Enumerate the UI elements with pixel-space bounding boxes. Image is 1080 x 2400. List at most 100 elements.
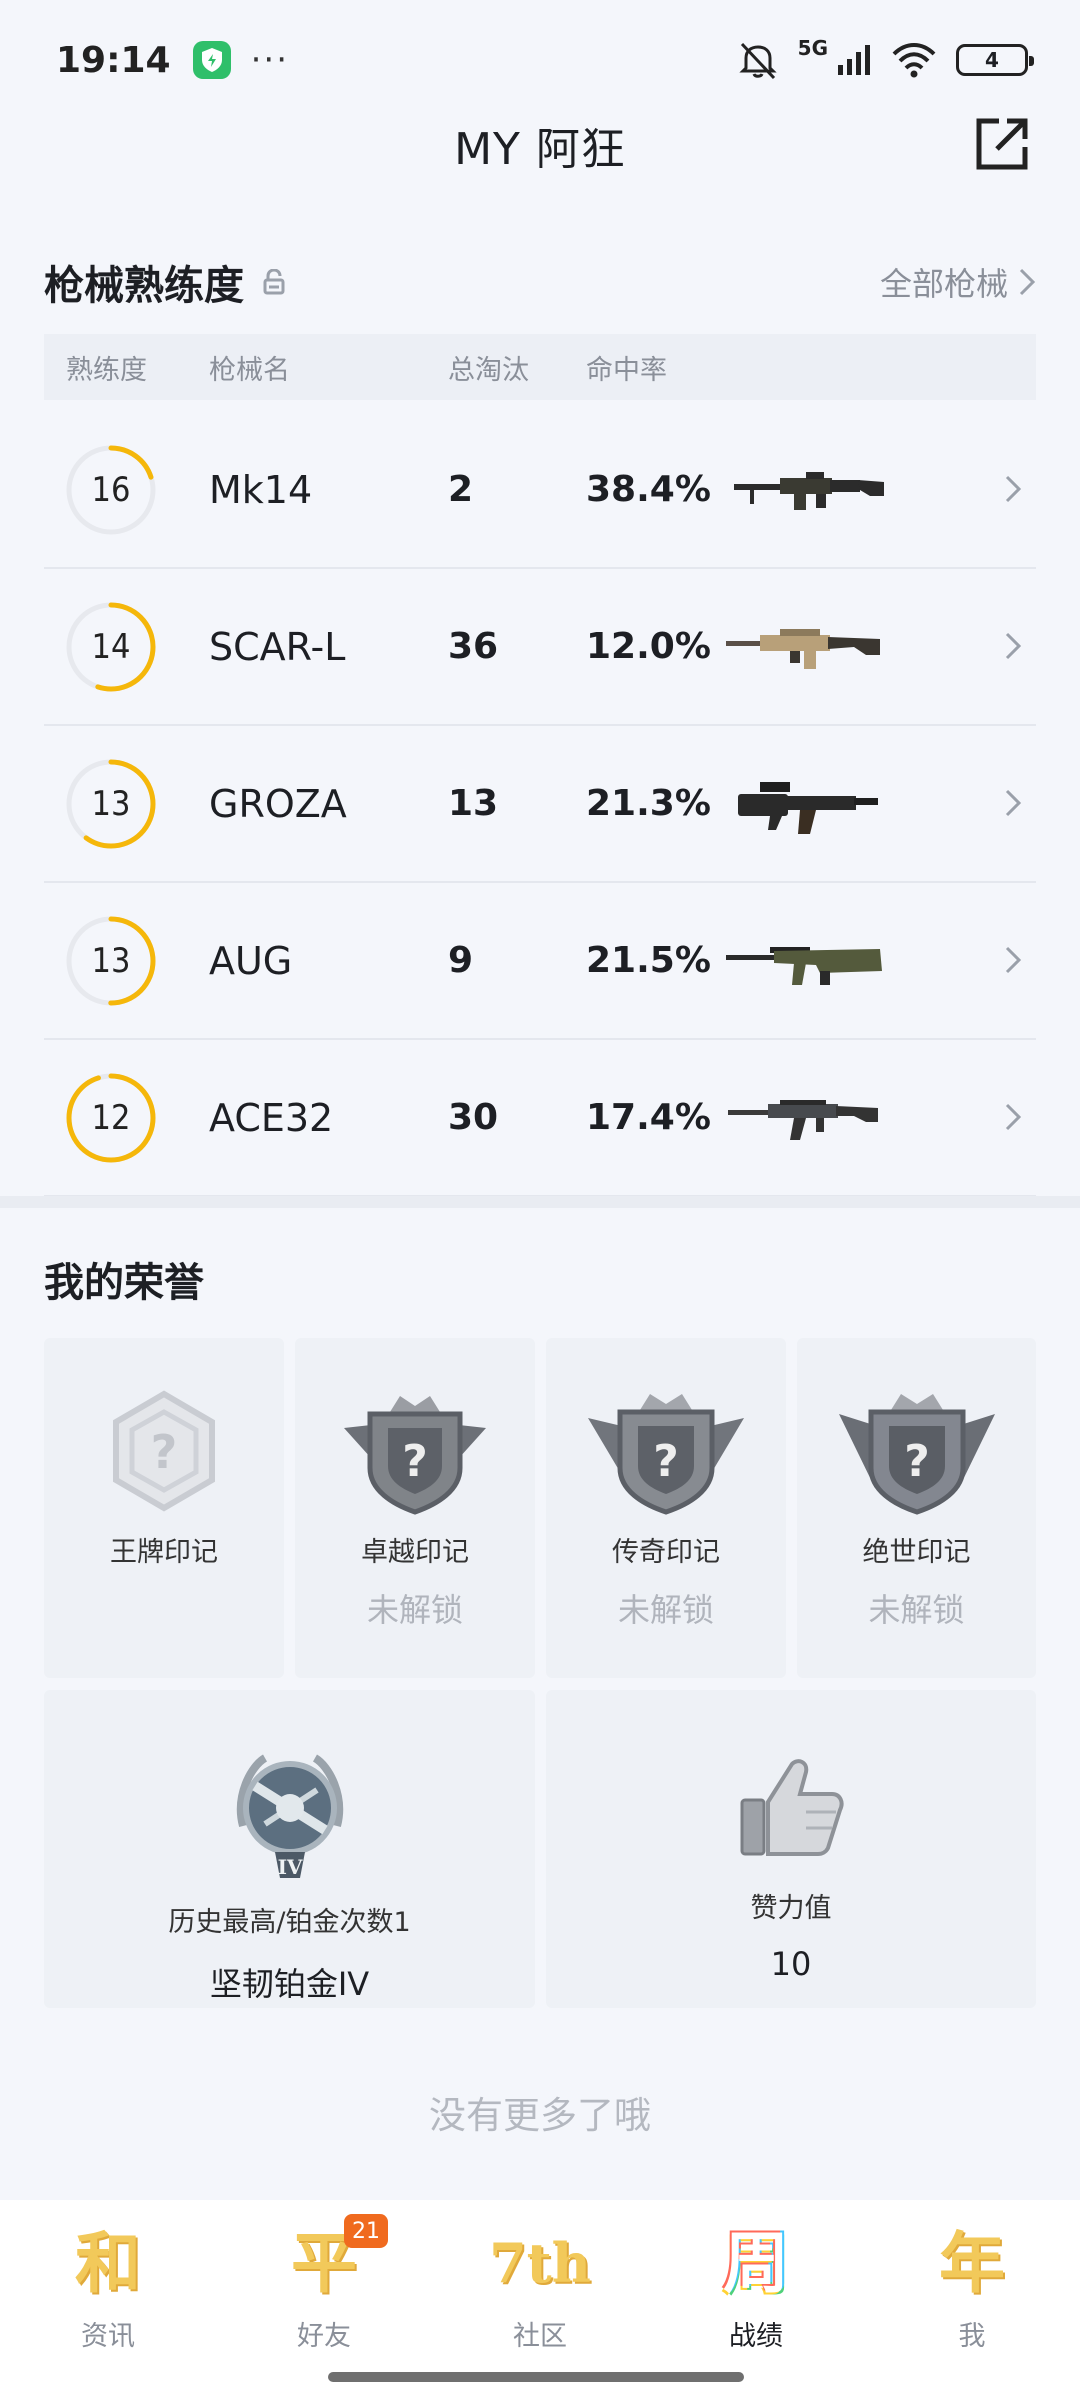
weapon-table-header: 熟练度 枪械名 总淘汰 命中率 bbox=[44, 334, 1036, 400]
rank-card[interactable]: IV 历史最高/铂金次数1 坚韧铂金IV bbox=[44, 1690, 535, 2008]
aug-rifle-image bbox=[726, 947, 882, 985]
end-of-list-text: 没有更多了哦 bbox=[429, 2094, 651, 2137]
nav-item-news[interactable]: 和 资讯 bbox=[0, 2200, 216, 2400]
nav-label: 资讯 bbox=[81, 2321, 135, 2352]
rank-label: 历史最高/铂金次数1 bbox=[168, 1907, 411, 1938]
chevron-right-icon bbox=[1005, 946, 1022, 974]
column-total-kills: 总淘汰 bbox=[448, 354, 529, 386]
proficiency-level: 12 bbox=[91, 1098, 131, 1138]
nav-label: 战绩 bbox=[729, 2321, 783, 2352]
weapon-hit-rate: 21.5% bbox=[586, 940, 711, 981]
likes-card[interactable]: 赞力值 10 bbox=[546, 1690, 1036, 2008]
badge-status: 未解锁 bbox=[868, 1591, 965, 1629]
home-indicator[interactable] bbox=[328, 2372, 744, 2382]
weapon-row[interactable]: 12 ACE32 30 17.4% bbox=[44, 1040, 1036, 1197]
nav-item-stats[interactable]: 周 战绩 bbox=[648, 2200, 864, 2400]
badge-card-peerless[interactable]: ? 绝世印记 未解锁 bbox=[797, 1338, 1036, 1678]
ace-badge-icon: ? bbox=[113, 1390, 215, 1512]
weapon-hit-rate: 38.4% bbox=[586, 469, 711, 510]
badge-label: 王牌印记 bbox=[110, 1537, 218, 1568]
rank-value: 坚韧铂金IV bbox=[209, 1965, 370, 2003]
profile-icon: 年 bbox=[939, 2224, 1005, 2302]
thumbs-up-icon bbox=[740, 1759, 844, 1856]
peerless-badge-icon: ? bbox=[838, 1394, 995, 1515]
news-icon: 和 bbox=[75, 2224, 141, 2302]
nav-item-community[interactable]: 7th 社区 bbox=[432, 2200, 648, 2400]
weapon-hit-rate: 12.0% bbox=[586, 626, 711, 667]
svg-text:?: ? bbox=[904, 1436, 930, 1487]
status-indicators: 5G 4 bbox=[736, 36, 1034, 80]
weapon-name: ACE32 bbox=[209, 1095, 334, 1140]
honors-section-title: 我的荣誉 bbox=[44, 1260, 204, 1306]
weapon-kills: 9 bbox=[448, 940, 474, 981]
nav-label: 好友 bbox=[297, 2321, 351, 2352]
notification-badge: 21 bbox=[344, 2214, 388, 2248]
signal-icon bbox=[838, 45, 870, 75]
bottom-nav: 和 资讯 平 21 好友 7th 社区 周 战绩 年 我 bbox=[0, 2200, 1080, 2400]
community-icon: 7th bbox=[489, 2231, 591, 2295]
badge-label: 传奇印记 bbox=[612, 1537, 720, 1568]
proficiency-level: 13 bbox=[91, 941, 131, 981]
weapon-row[interactable]: 14 SCAR-L 36 12.0% bbox=[44, 569, 1036, 726]
wifi-icon bbox=[892, 43, 936, 78]
chevron-right-icon bbox=[1019, 268, 1036, 296]
more-status-icon: ··· bbox=[250, 40, 290, 80]
badge-card-excellence[interactable]: ? 卓越印记 未解锁 bbox=[295, 1338, 535, 1678]
page-title: MY 阿狂 bbox=[454, 124, 626, 175]
chevron-right-icon bbox=[1005, 789, 1022, 817]
column-weapon-name: 枪械名 bbox=[209, 354, 290, 386]
weapon-row[interactable]: 13 AUG 9 21.5% bbox=[44, 883, 1036, 1040]
battery-indicator: 4 bbox=[956, 44, 1034, 76]
share-icon bbox=[976, 118, 1028, 170]
weapon-section-title: 枪械熟练度 bbox=[44, 263, 244, 309]
weapon-row[interactable]: 16 Mk14 2 38.4% bbox=[44, 412, 1036, 569]
weapon-kills: 2 bbox=[448, 469, 474, 510]
weapon-section-header: 枪械熟练度 全部枪械 bbox=[44, 250, 1036, 314]
proficiency-level: 16 bbox=[91, 470, 131, 510]
nav-item-friends[interactable]: 平 21 好友 bbox=[216, 2200, 432, 2400]
likes-value: 10 bbox=[770, 1945, 812, 1983]
status-time: 19:14 bbox=[56, 39, 171, 81]
proficiency-level: 14 bbox=[91, 627, 131, 667]
proficiency-level: 13 bbox=[91, 784, 131, 824]
svg-text:?: ? bbox=[653, 1436, 679, 1487]
mk14-rifle-image bbox=[734, 472, 884, 510]
badge-card-ace[interactable]: ? 王牌印记 bbox=[44, 1338, 284, 1678]
all-weapons-link[interactable]: 全部枪械 bbox=[880, 259, 1036, 305]
chevron-right-icon bbox=[1005, 475, 1022, 503]
svg-text:?: ? bbox=[151, 1425, 178, 1479]
scar-l-rifle-image bbox=[726, 629, 880, 669]
weapon-kills: 36 bbox=[448, 626, 499, 667]
badge-label: 绝世印记 bbox=[862, 1537, 971, 1568]
svg-text:IV: IV bbox=[277, 1855, 302, 1879]
weapon-name: AUG bbox=[209, 938, 293, 983]
badge-card-legend[interactable]: ? 传奇印记 未解锁 bbox=[546, 1338, 786, 1678]
weapon-hit-rate: 21.3% bbox=[586, 783, 711, 824]
legend-badge-icon: ? bbox=[588, 1394, 744, 1515]
badge-status: 未解锁 bbox=[366, 1591, 463, 1629]
weapon-row[interactable]: 13 GROZA 13 21.3% bbox=[44, 726, 1036, 883]
nav-label: 我 bbox=[958, 2321, 986, 2352]
stats-icon: 周 bbox=[723, 2224, 789, 2302]
column-hit-rate: 命中率 bbox=[586, 354, 667, 386]
mute-icon bbox=[739, 42, 777, 80]
network-type: 5G bbox=[797, 36, 828, 60]
section-divider bbox=[0, 1196, 1080, 1208]
weapon-name: SCAR-L bbox=[209, 624, 346, 669]
nav-item-me[interactable]: 年 我 bbox=[864, 2200, 1080, 2400]
weapon-hit-rate: 17.4% bbox=[586, 1097, 711, 1138]
weapon-name: Mk14 bbox=[209, 467, 313, 512]
ace32-rifle-image bbox=[728, 1100, 878, 1140]
lock-icon[interactable] bbox=[262, 269, 286, 295]
likes-label: 赞力值 bbox=[750, 1893, 832, 1924]
share-button[interactable] bbox=[970, 112, 1034, 176]
title-bar: MY 阿狂 bbox=[0, 100, 1080, 190]
groza-rifle-image bbox=[738, 782, 878, 834]
chevron-right-icon bbox=[1005, 1103, 1022, 1131]
chevron-right-icon bbox=[1005, 632, 1022, 660]
excellence-badge-icon: ? bbox=[344, 1396, 486, 1515]
weapon-kills: 13 bbox=[448, 783, 499, 824]
weapon-kills: 30 bbox=[448, 1097, 499, 1138]
column-proficiency: 熟练度 bbox=[66, 354, 147, 386]
all-weapons-label: 全部枪械 bbox=[879, 265, 1008, 303]
